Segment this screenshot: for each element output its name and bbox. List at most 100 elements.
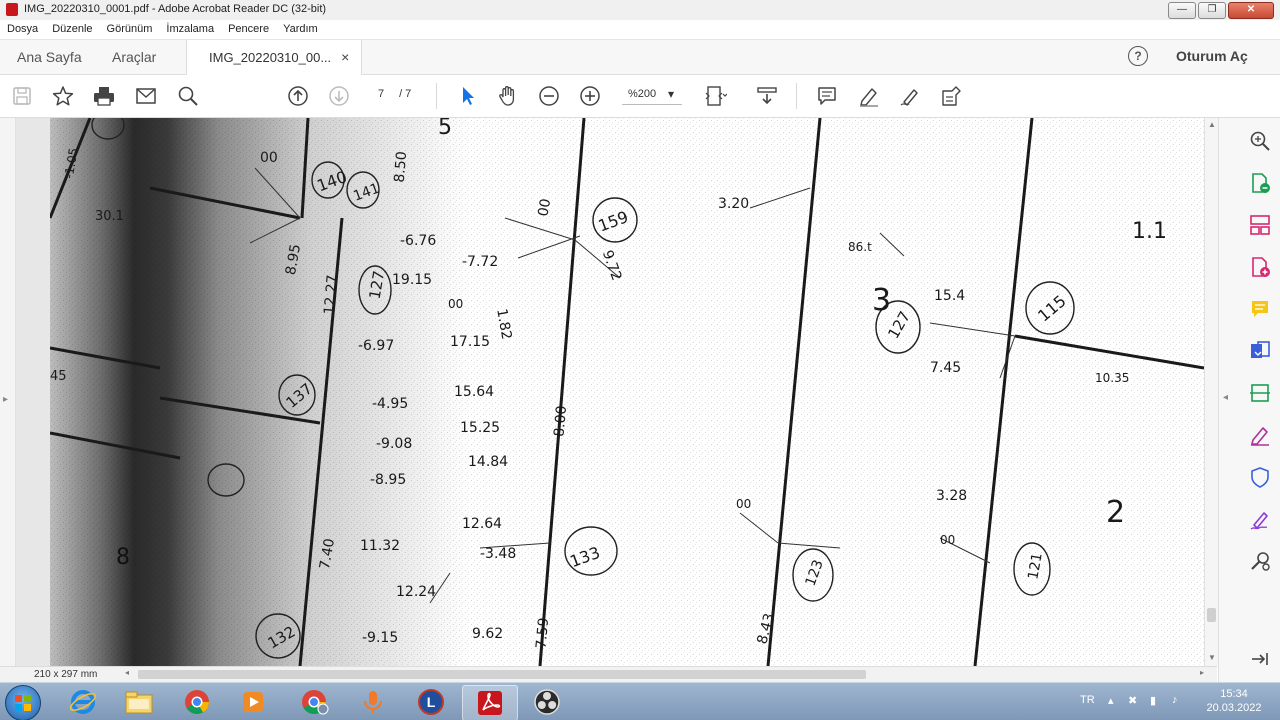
horizontal-scrollbar[interactable]: ◂ ▸ — [120, 668, 1210, 680]
minimize-button[interactable]: — — [1168, 2, 1196, 19]
map-label: 11.32 — [360, 538, 400, 554]
svg-text:L: L — [427, 694, 436, 710]
expand-left-pane-icon[interactable]: ▸ — [3, 394, 8, 405]
scan-noise — [50, 118, 1204, 666]
menu-imzalama[interactable]: İmzalama — [159, 20, 221, 39]
start-button[interactable] — [5, 685, 41, 720]
zoom-out-icon[interactable] — [537, 84, 561, 108]
media-player-taskbar-icon[interactable] — [226, 685, 280, 719]
protect-shield-icon[interactable] — [1249, 466, 1271, 488]
star-icon[interactable] — [51, 84, 75, 108]
title-bar: IMG_20220310_0001.pdf - Adobe Acrobat Re… — [0, 0, 1280, 21]
vertical-scroll-thumb[interactable] — [1207, 608, 1216, 622]
page-number-input[interactable]: 7 — [372, 88, 390, 100]
scroll-down-icon[interactable]: ▼ — [1208, 653, 1216, 662]
combine-files-icon[interactable] — [1249, 340, 1271, 362]
fill-sign-icon[interactable] — [939, 84, 963, 108]
vertical-scrollbar[interactable]: ▲ ▼ — [1204, 118, 1218, 666]
obs-taskbar-icon[interactable] — [520, 685, 574, 719]
map-label: -3.48 — [480, 546, 516, 562]
tab-document-label: IMG_20220310_00... — [209, 50, 332, 65]
menu-gorunum[interactable]: Görünüm — [100, 20, 160, 39]
print-icon[interactable] — [92, 84, 116, 108]
map-label: 3 — [872, 283, 891, 318]
menu-duzenle[interactable]: Düzenle — [45, 20, 99, 39]
clock-time: 15:34 — [1220, 688, 1248, 700]
scroll-up-icon[interactable]: ▲ — [1208, 120, 1216, 129]
page-indicator: 7 / 7 — [372, 88, 411, 100]
scroll-right-icon[interactable]: ▸ — [1200, 668, 1204, 677]
fill-sign-tool-icon[interactable] — [1249, 424, 1271, 446]
map-label: 00 — [260, 150, 278, 166]
volume-icon[interactable]: ♪ — [1172, 694, 1178, 706]
chrome-profile-taskbar-icon[interactable] — [288, 685, 342, 719]
page-fit-icon[interactable] — [704, 84, 728, 108]
show-hidden-icons-icon[interactable]: ▴ — [1108, 694, 1114, 707]
right-tools-pane: ◂ — [1218, 118, 1280, 682]
sign-pen-icon[interactable] — [898, 84, 922, 108]
email-icon[interactable] — [134, 84, 158, 108]
toolbar-separator — [796, 83, 797, 109]
signin-button[interactable]: Oturum Aç — [1176, 48, 1248, 64]
next-page-icon[interactable] — [327, 84, 351, 108]
map-label: 8.00 — [551, 405, 570, 437]
tab-document[interactable]: IMG_20220310_00... × — [186, 40, 363, 75]
letter-l-app-taskbar-icon[interactable]: L — [404, 685, 458, 719]
system-tray: TR ▴ ✖ ▮ ♪ 15:34 20.03.2022 — [1078, 683, 1280, 720]
create-pdf-icon[interactable] — [1249, 256, 1271, 278]
close-button[interactable]: ✕ — [1228, 2, 1274, 19]
left-navigation-pane: ▸ — [0, 118, 16, 682]
document-view[interactable]: 5 3.20 00 159 9.72 00 8.50 141 140 -6.76… — [16, 118, 1204, 666]
zoom-in-icon[interactable] — [578, 84, 602, 108]
search-icon[interactable] — [176, 84, 200, 108]
signal-bars-icon[interactable]: ▮ — [1150, 694, 1156, 707]
more-tools-icon[interactable] — [1249, 550, 1271, 572]
tab-tools[interactable]: Araçlar — [112, 40, 156, 74]
language-indicator[interactable]: TR — [1080, 694, 1095, 706]
previous-page-icon[interactable] — [286, 84, 310, 108]
map-label: 00 — [940, 533, 955, 547]
map-label: 8 — [116, 545, 130, 570]
save-icon[interactable] — [10, 84, 34, 108]
scanned-page: 5 3.20 00 159 9.72 00 8.50 141 140 -6.76… — [50, 118, 1204, 666]
chrome-taskbar-icon[interactable] — [170, 685, 224, 719]
menu-yardim[interactable]: Yardım — [276, 20, 325, 39]
maximize-button[interactable]: ❐ — [1198, 2, 1226, 19]
map-label: 3.28 — [936, 488, 967, 504]
clock[interactable]: 15:34 20.03.2022 — [1204, 687, 1264, 715]
select-cursor-icon[interactable] — [455, 84, 479, 108]
zoom-select[interactable]: %200 ▾ — [622, 87, 682, 105]
map-label: -4.95 — [372, 396, 408, 412]
highlight-pen-icon[interactable] — [857, 84, 881, 108]
map-label: -6.97 — [358, 338, 394, 354]
acrobat-taskbar-icon[interactable] — [462, 685, 518, 720]
menu-dosya[interactable]: Dosya — [0, 20, 45, 39]
collapse-pane-icon[interactable]: ◂ — [1223, 392, 1228, 403]
scan-enhance-icon[interactable] — [1249, 382, 1271, 404]
zoom-search-icon[interactable] — [1249, 130, 1271, 152]
help-icon[interactable]: ? — [1128, 46, 1148, 66]
tab-close-icon[interactable]: × — [341, 49, 349, 65]
tab-home[interactable]: Ana Sayfa — [17, 40, 82, 74]
comment-icon[interactable] — [815, 84, 839, 108]
organize-pages-icon[interactable] — [1249, 214, 1271, 236]
export-pdf-icon[interactable] — [1249, 172, 1271, 194]
scroll-mode-icon[interactable] — [755, 84, 779, 108]
comment-tool-icon[interactable] — [1249, 298, 1271, 320]
file-explorer-taskbar-icon[interactable] — [112, 685, 166, 719]
map-label: 8.50 — [392, 151, 411, 183]
clock-date: 20.03.2022 — [1206, 702, 1262, 714]
collapse-tools-icon[interactable] — [1249, 648, 1271, 670]
horizontal-scroll-thumb[interactable] — [138, 670, 866, 679]
microphone-taskbar-icon[interactable] — [346, 685, 400, 719]
send-for-signature-icon[interactable] — [1249, 508, 1271, 530]
hand-tool-icon[interactable] — [496, 84, 520, 108]
internet-explorer-taskbar-icon[interactable] — [56, 685, 110, 719]
page-size-label: 210 x 297 mm — [34, 669, 98, 680]
network-error-icon[interactable]: ✖ — [1128, 694, 1137, 707]
map-label: 7.59 — [533, 617, 552, 649]
map-label: 12.24 — [396, 584, 436, 600]
map-label: 9.62 — [472, 626, 503, 642]
scroll-left-icon[interactable]: ◂ — [125, 668, 129, 677]
menu-pencere[interactable]: Pencere — [221, 20, 276, 39]
